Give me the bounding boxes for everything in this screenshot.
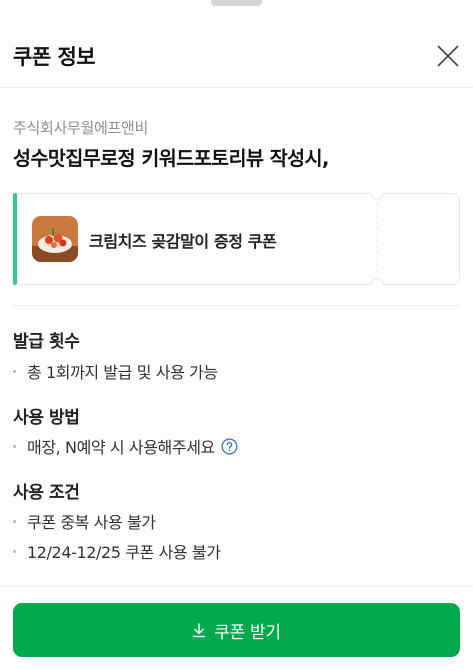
bullet-dot [13, 549, 16, 553]
bullet-dot [13, 369, 16, 373]
list-item: 총 1회까지 발급 및 사용 가능 [13, 359, 218, 383]
bullet-dot [13, 444, 16, 448]
download-icon [193, 622, 206, 637]
condition-text: 쿠폰 중복 사용 불가 [27, 513, 156, 532]
company-name: 주식회사무월에프앤비 [13, 119, 149, 137]
close-icon[interactable] [436, 44, 460, 68]
list-item: 12/24-12/25 쿠폰 사용 불가 [13, 539, 221, 563]
list-item: 매장, N예약 시 사용해주세요 [13, 434, 238, 458]
coupon-food-image [32, 216, 78, 262]
bullet-dot [13, 519, 16, 523]
get-coupon-label: 쿠폰 받기 [214, 622, 281, 643]
list-item: 쿠폰 중복 사용 불가 [13, 509, 156, 533]
condition-text: 12/24-12/25 쿠폰 사용 불가 [27, 543, 221, 562]
issue-count-text: 총 1회까지 발급 및 사용 가능 [27, 363, 218, 382]
store-name: 성수맛집무로정 키워드포토리뷰 작성시, [13, 147, 329, 170]
usage-method-text: 매장, N예약 시 사용해주세요 [27, 438, 215, 457]
sheet-drag-handle[interactable] [211, 0, 262, 6]
help-question-icon[interactable] [221, 438, 238, 455]
get-coupon-button[interactable]: 쿠폰 받기 [13, 603, 460, 657]
divider [13, 305, 460, 306]
section-title-usage-method: 사용 방법 [13, 408, 80, 428]
sheet-header: 쿠폰 정보 [0, 28, 473, 88]
page-title: 쿠폰 정보 [13, 45, 96, 69]
coupon-name: 크림치즈 곶감말이 증정 쿠폰 [89, 232, 277, 251]
coupon-card: 크림치즈 곶감말이 증정 쿠폰 [13, 193, 460, 285]
section-title-issue-count: 발급 횟수 [13, 332, 80, 352]
section-title-conditions: 사용 조건 [13, 483, 80, 503]
